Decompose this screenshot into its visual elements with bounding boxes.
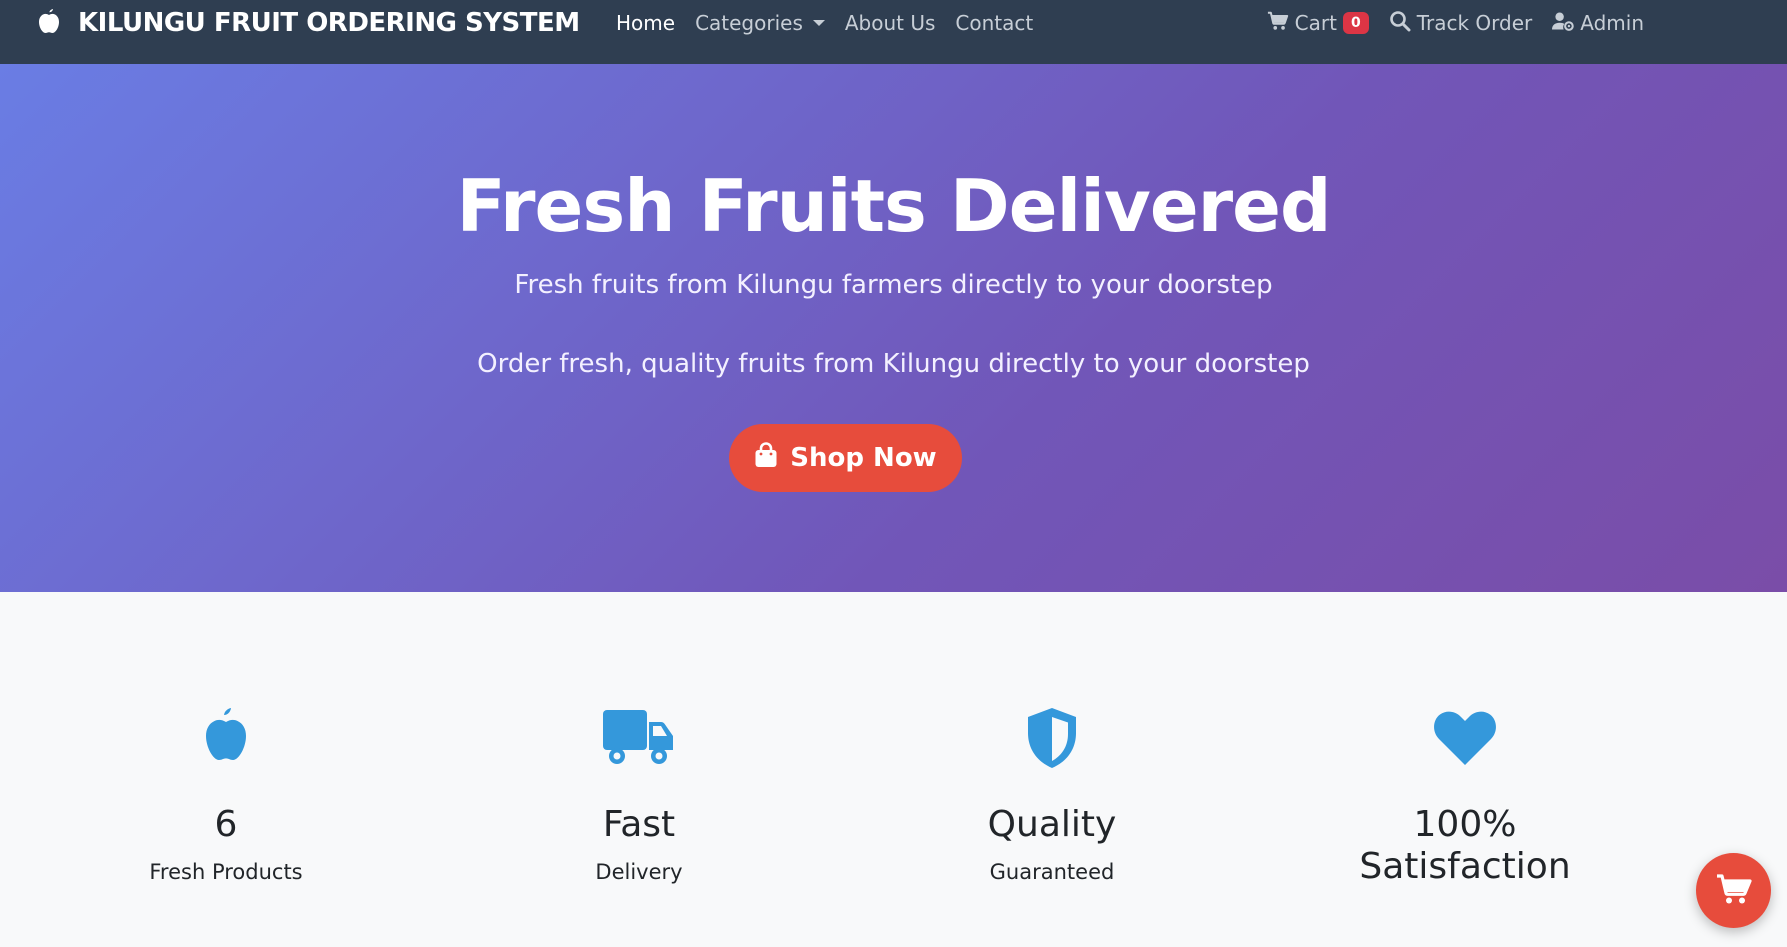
caret-down-icon bbox=[812, 20, 825, 26]
navbar: KILUNGU FRUIT ORDERING SYSTEM Home Categ… bbox=[0, 0, 1787, 64]
hero-section: Fresh Fruits Delivered Fresh fruits from… bbox=[0, 64, 1787, 592]
nav-contact[interactable]: Contact bbox=[955, 11, 1033, 35]
apple-icon bbox=[34, 6, 64, 40]
nav-admin[interactable]: Admin bbox=[1552, 10, 1644, 37]
floating-cart-button[interactable] bbox=[1696, 853, 1771, 928]
feature-satisfaction: 100% Satisfaction bbox=[1315, 704, 1615, 902]
cart-icon bbox=[1267, 10, 1295, 37]
nav-about[interactable]: About Us bbox=[845, 11, 936, 35]
user-cog-icon bbox=[1552, 10, 1580, 37]
nav-home[interactable]: Home bbox=[616, 11, 675, 35]
cart-count-badge: 0 bbox=[1342, 12, 1369, 34]
feature-products: 6 Fresh Products bbox=[76, 704, 376, 884]
nav-categories-label: Categories bbox=[695, 11, 803, 35]
feature-desc: Fresh Products bbox=[149, 860, 303, 884]
nav-categories[interactable]: Categories bbox=[695, 11, 825, 35]
feature-delivery: Fast Delivery bbox=[489, 704, 789, 884]
feature-desc: Guaranteed bbox=[989, 860, 1115, 884]
brand-title: KILUNGU FRUIT ORDERING SYSTEM bbox=[78, 8, 580, 38]
heart-icon bbox=[1315, 704, 1615, 772]
cart-label: Cart bbox=[1294, 11, 1337, 35]
track-order-label: Track Order bbox=[1416, 11, 1533, 35]
hero-title: Fresh Fruits Delivered bbox=[456, 164, 1331, 248]
feature-title: 100% Satisfaction bbox=[1359, 804, 1571, 887]
feature-title: Fast bbox=[602, 804, 676, 845]
shopping-cart-icon bbox=[1716, 873, 1752, 909]
nav-track-order[interactable]: Track Order bbox=[1389, 10, 1533, 37]
truck-icon bbox=[489, 704, 789, 772]
feature-desc: Delivery bbox=[595, 860, 683, 884]
hero-subtitle: Fresh fruits from Kilungu farmers direct… bbox=[514, 270, 1273, 300]
nav-links: Home Categories About Us Contact bbox=[616, 0, 1053, 46]
shield-icon bbox=[902, 704, 1202, 772]
features-section: 6 Fresh Products Fast Delivery Quality G… bbox=[0, 592, 1787, 947]
feature-title: 6 bbox=[214, 804, 238, 845]
hero-tagline: Order fresh, quality fruits from Kilungu… bbox=[477, 349, 1310, 379]
feature-title: Quality bbox=[987, 804, 1117, 845]
shop-now-button[interactable]: Shop Now bbox=[729, 424, 962, 492]
nav-cart[interactable]: Cart 0 bbox=[1267, 10, 1369, 37]
apple-icon bbox=[76, 704, 376, 772]
brand[interactable]: KILUNGU FRUIT ORDERING SYSTEM bbox=[34, 0, 580, 46]
admin-label: Admin bbox=[1580, 11, 1644, 35]
nav-actions: Cart 0 Track Order Admin bbox=[1247, 0, 1644, 46]
feature-quality: Quality Guaranteed bbox=[902, 704, 1202, 884]
search-icon bbox=[1389, 10, 1417, 37]
shopping-bag-icon bbox=[754, 441, 790, 475]
shop-now-label: Shop Now bbox=[790, 443, 937, 473]
